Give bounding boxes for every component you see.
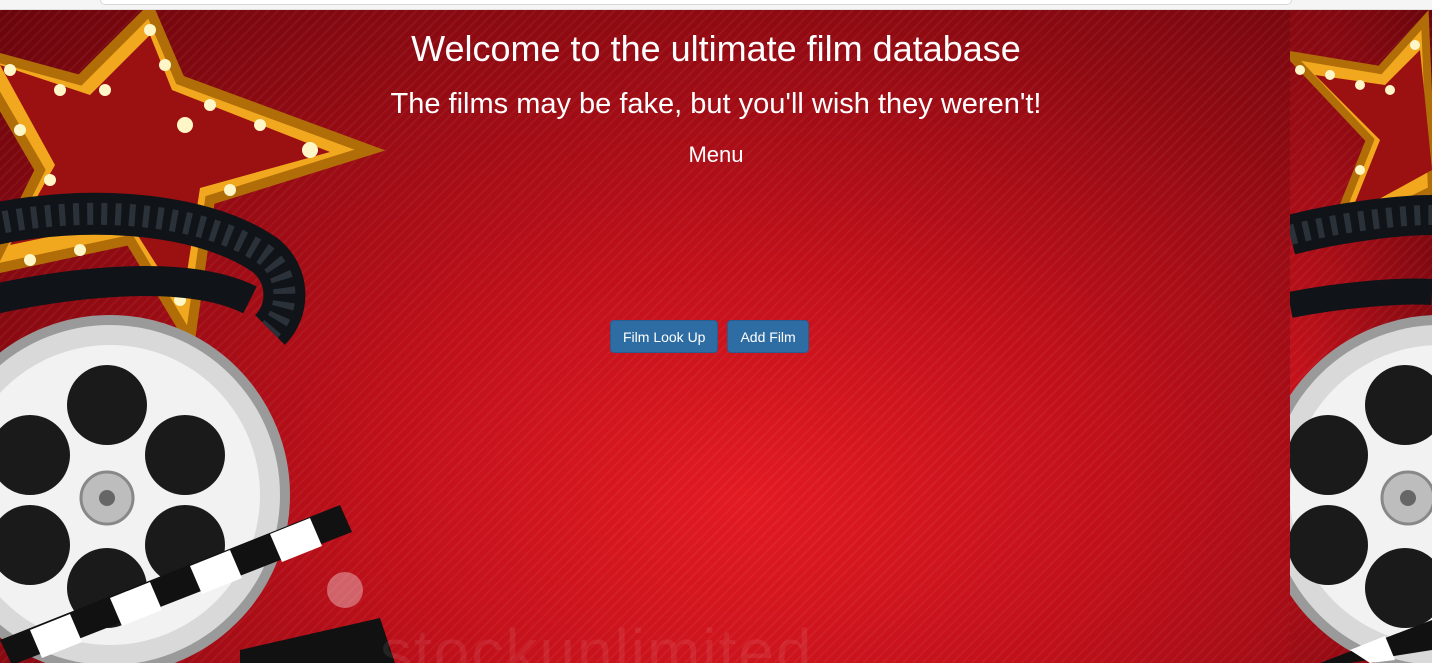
film-strip-icon bbox=[0, 192, 306, 345]
menu-buttons: Film Look Up Add Film bbox=[610, 320, 809, 353]
address-bar-edge bbox=[100, 0, 1292, 5]
page-title: Welcome to the ultimate film database bbox=[411, 28, 1021, 69]
browser-top-edge bbox=[0, 0, 1432, 10]
film-strip-icon bbox=[1290, 195, 1432, 318]
menu-heading: Menu bbox=[688, 142, 744, 167]
film-reel-icon bbox=[1290, 315, 1432, 663]
watermark-text: stockunlimited bbox=[380, 616, 814, 663]
film-look-up-button[interactable]: Film Look Up bbox=[610, 320, 719, 353]
page-subtitle: The films may be fake, but you'll wish t… bbox=[390, 88, 1042, 120]
add-film-button[interactable]: Add Film bbox=[727, 320, 809, 353]
